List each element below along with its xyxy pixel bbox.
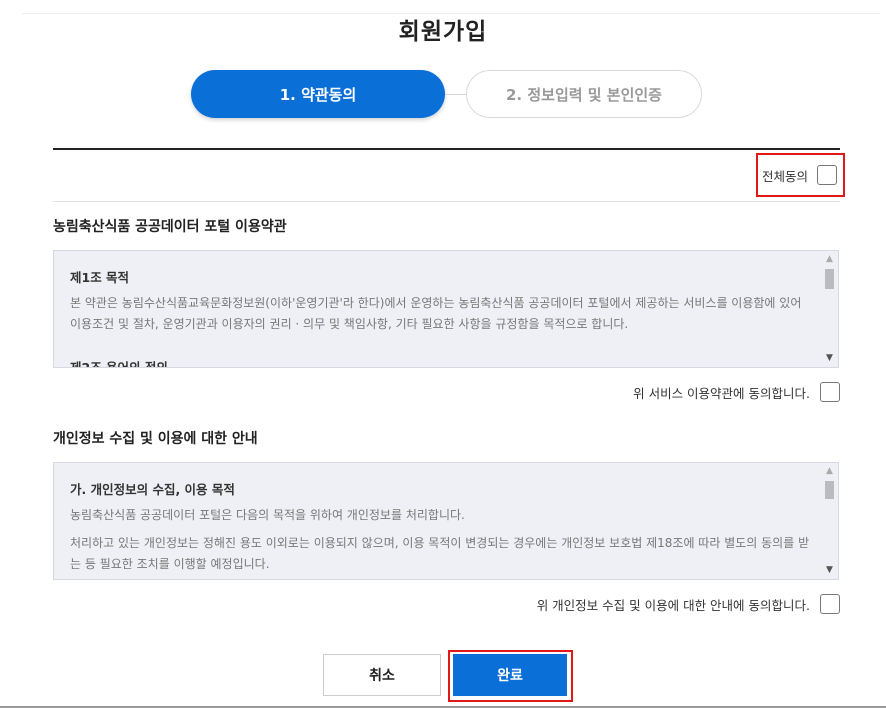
- terms-scrollbar[interactable]: ▲ ▼: [821, 251, 838, 367]
- terms-agree-checkbox[interactable]: [820, 382, 840, 402]
- privacy-text-1: 농림축산식품 공공데이터 포털은 다음의 목적을 위하여 개인정보를 처리합니다…: [70, 508, 465, 522]
- step-1-terms-agreement: 1. 약관동의: [191, 70, 445, 118]
- terms-content: 제1조 목적 본 약관은 농림수산식품교육문화정보원(이하'운영기관'라 한다)…: [70, 251, 814, 368]
- page-title: 회원가입: [398, 19, 488, 45]
- scroll-up-arrow-icon[interactable]: ▲: [821, 463, 838, 480]
- agree-all-divider: [53, 201, 840, 202]
- agree-all-label: 전체동의: [761, 168, 808, 184]
- privacy-agree-label: 위 개인정보 수집 및 이용에 대한 안내에 동의합니다.: [536, 597, 810, 613]
- privacy-agree-checkbox[interactable]: [820, 594, 840, 614]
- cancel-button[interactable]: 취소: [323, 654, 441, 696]
- privacy-agree-row: 위 개인정보 수집 및 이용에 대한 안내에 동의합니다.: [537, 594, 840, 614]
- terms-section-title: 농림축산식품 공공데이터 포털 이용약관: [53, 219, 287, 235]
- terms-agree-row: 위 서비스 이용약관에 동의합니다.: [633, 382, 840, 402]
- done-button[interactable]: 완료: [453, 654, 567, 696]
- terms-scroll-thumb[interactable]: [825, 269, 834, 289]
- scroll-down-arrow-icon[interactable]: ▼: [821, 562, 838, 579]
- terms-agree-label: 위 서비스 이용약관에 동의합니다.: [633, 385, 810, 401]
- privacy-scroll-thumb[interactable]: [825, 481, 834, 499]
- privacy-scrollbar[interactable]: ▲ ▼: [821, 463, 838, 579]
- agree-all-group: 전체동의: [756, 153, 845, 197]
- privacy-section-title: 개인정보 수집 및 이용에 대한 안내: [53, 431, 258, 447]
- agree-all-checkbox[interactable]: [817, 165, 837, 185]
- terms-article-1-text: 본 약관은 농림수산식품교육문화정보원(이하'운영기관'라 한다)에서 운영하는…: [70, 296, 802, 331]
- terms-scroll-box[interactable]: 제1조 목적 본 약관은 농림수산식품교육문화정보원(이하'운영기관'라 한다)…: [53, 250, 839, 368]
- scroll-up-arrow-icon[interactable]: ▲: [821, 251, 838, 268]
- privacy-text-2: 처리하고 있는 개인정보는 정해진 용도 이외로는 이용되지 않으며, 이용 목…: [70, 536, 810, 571]
- step-connector: [445, 94, 467, 95]
- section-divider: [53, 148, 840, 150]
- privacy-scroll-box[interactable]: 가. 개인정보의 수집, 이용 목적 농림축산식품 공공데이터 포털은 다음의 …: [53, 462, 839, 580]
- terms-article-1-heading: 제1조 목적: [70, 270, 130, 285]
- privacy-content: 가. 개인정보의 수집, 이용 목적 농림축산식품 공공데이터 포털은 다음의 …: [70, 463, 814, 575]
- terms-article-2-heading: 제2조 용어의 정의: [70, 360, 168, 368]
- scroll-down-arrow-icon[interactable]: ▼: [821, 350, 838, 367]
- privacy-section-a-heading: 가. 개인정보의 수집, 이용 목적: [70, 482, 235, 497]
- step-2-info-verification: 2. 정보입력 및 본인인증: [466, 70, 702, 118]
